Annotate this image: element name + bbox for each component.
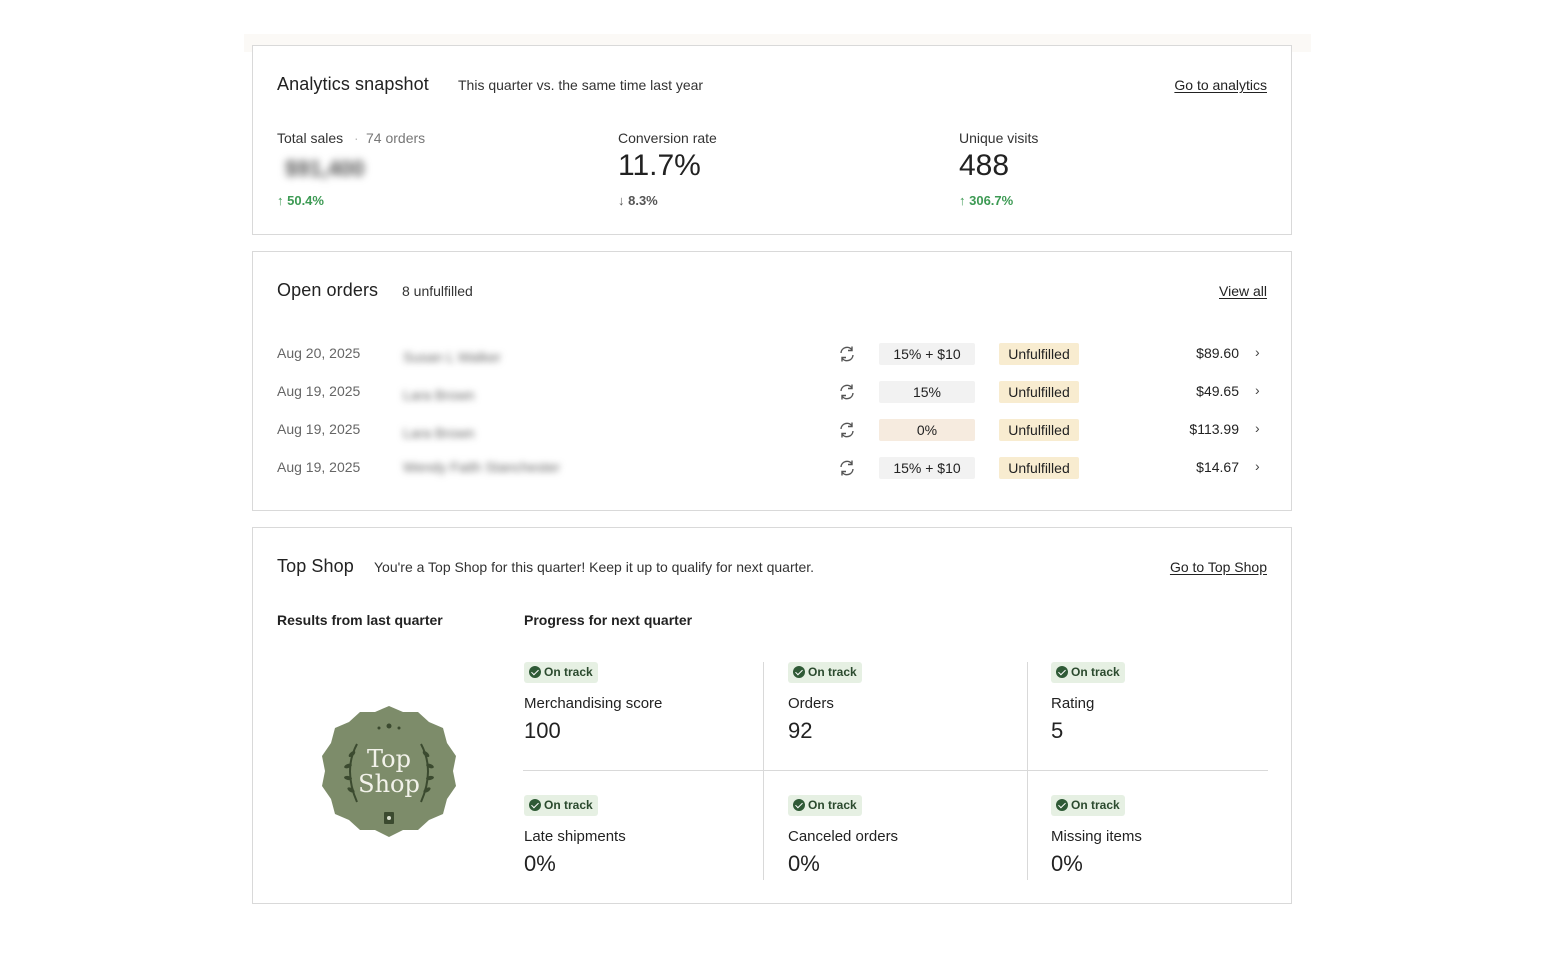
chevron-right-icon[interactable]: › [1255,420,1260,436]
check-circle-icon [529,666,541,678]
order-price: $89.60 [1196,345,1239,361]
stat-rating: On track Rating 5 [1051,662,1271,762]
stat-canceled-orders: On track Canceled orders 0% [788,795,1018,895]
stat-value: 92 [788,718,813,743]
stat-label: Missing items [1051,828,1142,845]
stat-merchandising-score: On track Merchandising score 100 [524,662,754,762]
analytics-snapshot-card: Analytics snapshot This quarter vs. the … [252,45,1292,235]
top-shop-seal: Top Shop [319,704,459,840]
sync-icon[interactable] [837,458,857,478]
order-row[interactable]: Aug 19, 2025 Lara Brown 15% Unfulfilled … [253,380,1291,404]
order-customer: Wendy Faith Stanchester [403,459,560,475]
on-track-badge: On track [1051,795,1125,816]
stat-label: Canceled orders [788,828,899,845]
stat-label: Late shipments [524,828,626,845]
discount-chip: 15% + $10 [879,343,975,365]
sync-icon[interactable] [837,382,857,402]
separator-dot: · [354,130,359,146]
order-date: Aug 19, 2025 [277,459,361,475]
open-orders-subtitle: 8 unfulfilled [402,283,473,299]
stat-value: 0% [524,851,556,876]
order-price: $49.65 [1196,383,1239,399]
go-to-analytics-link[interactable]: Go to analytics [1174,77,1267,93]
analytics-subtitle: This quarter vs. the same time last year [458,77,704,93]
order-date: Aug 19, 2025 [277,421,361,437]
unique-visits-change: ↑ 306.7% [959,193,1014,208]
seal-shop-text: Shop [358,770,420,798]
results-last-quarter-label: Results from last quarter [277,612,443,628]
open-orders-card: Open orders 8 unfulfilled View all Aug 2… [252,251,1292,511]
check-circle-icon [793,799,805,811]
chevron-right-icon[interactable]: › [1255,458,1260,474]
stat-label: Merchandising score [524,695,663,712]
order-price: $113.99 [1189,421,1239,437]
on-track-badge: On track [788,795,862,816]
top-shop-subtitle: You're a Top Shop for this quarter! Keep… [374,559,815,575]
grid-divider [763,662,764,880]
discount-chip: 15% + $10 [879,457,975,479]
stat-value: 0% [1051,851,1083,876]
order-date: Aug 20, 2025 [277,345,361,361]
stat-missing-items: On track Missing items 0% [1051,795,1271,895]
grid-divider [523,770,1268,771]
chevron-right-icon[interactable]: › [1255,382,1260,398]
total-sales-value: $91,400 [285,156,365,181]
seal-top-text: Top [367,745,411,773]
on-track-badge: On track [524,795,598,816]
stat-label: Orders [788,695,834,712]
stat-orders: On track Orders 92 [788,662,1018,762]
order-date: Aug 19, 2025 [277,383,361,399]
order-row[interactable]: Aug 19, 2025 Wendy Faith Stanchester 15%… [253,456,1291,480]
order-customer: Lara Brown [403,425,475,441]
order-customer: Susan L Walker [403,349,501,365]
conversion-rate-change: ↓ 8.3% [618,193,658,208]
order-price: $14.67 [1196,459,1239,475]
conversion-rate-label: Conversion rate [618,130,717,146]
total-sales-change: ↑ 50.4% [277,193,324,208]
order-customer: Lara Brown [403,387,475,403]
total-sales-orders: 74 orders [366,130,426,146]
sync-icon[interactable] [837,420,857,440]
open-orders-title: Open orders [277,280,379,300]
stat-late-shipments: On track Late shipments 0% [524,795,754,895]
check-circle-icon [1056,666,1068,678]
conversion-rate-value: 11.7% [618,149,701,182]
status-badge: Unfulfilled [999,419,1079,441]
grid-divider [1027,662,1028,880]
unique-visits-label: Unique visits [959,130,1039,146]
check-circle-icon [1056,799,1068,811]
status-badge: Unfulfilled [999,457,1079,479]
status-badge: Unfulfilled [999,343,1079,365]
discount-chip: 0% [879,419,975,441]
progress-next-quarter-label: Progress for next quarter [524,612,693,628]
analytics-title: Analytics snapshot [277,74,429,94]
on-track-badge: On track [524,662,598,683]
check-circle-icon [529,799,541,811]
view-all-link[interactable]: View all [1219,283,1267,299]
check-circle-icon [793,666,805,678]
stat-value: 5 [1051,718,1064,743]
order-row[interactable]: Aug 20, 2025 Susan L Walker 15% + $10 Un… [253,342,1291,366]
total-sales-label: Total sales [277,130,344,146]
chevron-right-icon[interactable]: › [1255,344,1260,360]
top-shop-card: Top Shop You're a Top Shop for this quar… [252,527,1292,904]
on-track-badge: On track [788,662,862,683]
order-row[interactable]: Aug 19, 2025 Lara Brown 0% Unfulfilled $… [253,418,1291,442]
unique-visits-value: 488 [959,149,1010,182]
go-to-top-shop-link[interactable]: Go to Top Shop [1170,559,1267,575]
stat-label: Rating [1051,695,1095,712]
discount-chip: 15% [879,381,975,403]
sync-icon[interactable] [837,344,857,364]
on-track-badge: On track [1051,662,1125,683]
top-shop-seal-icon: Top Shop [322,706,456,837]
status-badge: Unfulfilled [999,381,1079,403]
stat-value: 0% [788,851,820,876]
top-shop-title: Top Shop [277,556,354,576]
stat-value: 100 [524,718,561,743]
